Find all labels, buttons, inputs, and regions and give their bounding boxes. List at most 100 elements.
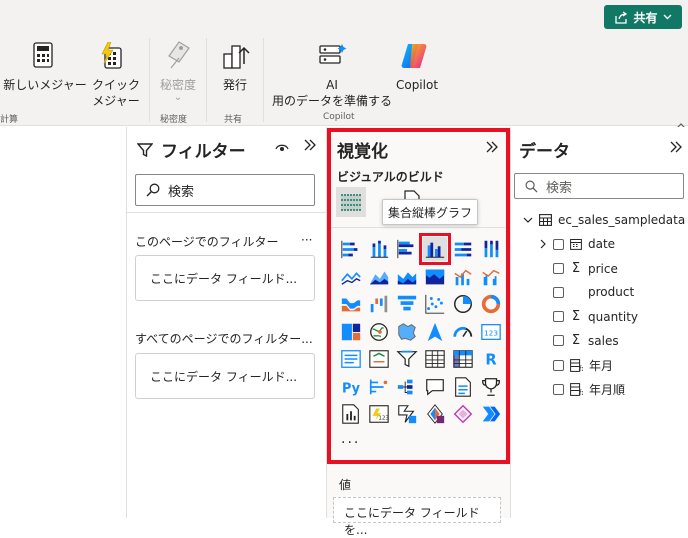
field-checkbox[interactable] [553,286,564,298]
goals-icon[interactable] [479,375,503,399]
azure-map-icon[interactable] [423,320,447,344]
field-item[interactable]: Σquantity [553,309,638,324]
ribbon-divider [263,38,264,122]
field-checkbox[interactable] [553,263,564,274]
svg-text:fx: fx [579,389,583,396]
pie-icon[interactable] [451,292,475,316]
funnel-icon[interactable] [395,292,419,316]
power-automate-flow-icon[interactable] [479,402,503,426]
100-stacked-bar-icon[interactable] [451,237,475,261]
field-checkbox[interactable] [553,360,564,371]
collapse-data-icon[interactable] [669,139,683,158]
decomposition-tree-icon[interactable] [395,375,419,399]
field-checkbox[interactable] [553,238,564,250]
waterfall-icon[interactable] [367,292,391,316]
ribbon-divider [206,38,207,122]
line-and-column-icon[interactable] [451,265,475,289]
this-page-more-icon[interactable]: ··· [301,233,312,247]
share-label: 共有 [633,10,658,25]
new-measure-label: 新しいメジャー [3,78,87,92]
key-influencers-icon[interactable] [367,375,391,399]
stacked-area-icon[interactable] [395,265,419,289]
calculated-column-icon: fx [570,359,583,372]
field-checkbox[interactable] [553,335,564,346]
collapse-filters-icon[interactable] [303,137,317,156]
table-icon[interactable] [423,347,447,371]
stacked-column-icon[interactable] [367,237,391,261]
eye-icon[interactable] [275,139,289,158]
data-search-placeholder: 検索 [546,180,573,196]
field-checkbox[interactable] [553,311,564,322]
quick-measure-label-2: メジャー [92,94,140,108]
gauge-icon[interactable] [451,320,475,344]
filters-search-input[interactable]: 検索 [135,174,315,206]
matrix-icon[interactable] [451,347,475,371]
share-icon [615,10,628,24]
treemap-icon[interactable] [339,320,363,344]
field-item[interactable]: product [553,285,634,299]
all-pages-drop-text: ここにデータ フィールド... [150,369,298,384]
qa-icon[interactable] [423,375,447,399]
all-pages-drop-zone[interactable]: ここにデータ フィールド... [135,353,315,399]
table-node[interactable]: ec_sales_sampledata [523,213,685,227]
kpi-icon[interactable] [367,347,391,371]
field-item[interactable]: Σprice [553,261,618,276]
publish-button[interactable]: 発行 [216,77,254,93]
power-automate-icon[interactable] [395,402,419,426]
more-visuals-icon[interactable]: ··· [341,435,360,451]
python-visual-icon[interactable]: Py [339,375,363,399]
values-label: 値 [339,478,352,492]
values-drop-zone[interactable]: ここにデータ フィールドを... [333,497,501,537]
filters-header: フィルター [137,137,246,162]
group-share-label: 共有 [224,115,243,125]
100-stacked-column-icon[interactable] [479,237,503,261]
smart-narrative-icon[interactable] [451,402,475,426]
field-checkbox[interactable] [553,384,564,395]
copilot-button[interactable]: Copilot [394,77,440,93]
ai-prep-button[interactable]: AI 用のデータを準備する [268,77,396,109]
all-pages-filters-label: すべてのページでのフィルター... [135,332,313,346]
area-chart-icon[interactable] [367,265,391,289]
quick-measure-button[interactable]: クイック メジャー [88,77,144,109]
new-measure-button[interactable]: 新しいメジャー [2,77,88,93]
data-search-input[interactable]: 検索 [514,173,684,199]
map-icon[interactable] [367,320,391,344]
ribbon-chart-icon[interactable] [339,292,363,316]
this-page-drop-zone[interactable]: ここにデータ フィールド... [135,255,315,301]
r-visual-icon[interactable]: R [479,347,503,371]
publish-label: 発行 [222,78,247,92]
power-apps-icon[interactable]: 123 [367,402,391,426]
narrative-icon[interactable] [451,375,475,399]
data-title: データ [519,142,570,162]
field-item[interactable]: fx 年月順 [553,381,625,398]
report-canvas[interactable] [0,127,127,518]
filled-map-icon[interactable] [395,320,419,344]
clustered-bar-icon[interactable] [395,237,419,261]
paginated-report-icon[interactable] [339,402,363,426]
field-name: 年月順 [589,383,626,397]
field-item[interactable]: Σsales [553,333,619,348]
sensitivity-button[interactable]: 秘密度 ⌄ [152,77,204,103]
100-stacked-area-icon[interactable] [423,265,447,289]
sensitivity-label: 秘密度 [159,78,196,92]
build-visual-tab[interactable] [336,187,366,217]
share-button[interactable]: 共有 [604,5,682,29]
field-item[interactable]: date [539,237,615,251]
donut-icon[interactable] [479,292,503,316]
multi-row-card-icon[interactable] [339,347,363,371]
clustered-column-icon[interactable] [419,233,451,265]
calendar-icon [570,239,582,250]
svg-text:123: 123 [484,328,498,337]
group-sensitivity-label: 秘密度 [160,115,188,125]
power-bi-app-icon[interactable] [423,402,447,426]
slicer-icon[interactable] [395,347,419,371]
collapse-viz-icon[interactable] [485,139,499,158]
filters-title: フィルター [161,142,246,162]
stacked-bar-icon[interactable] [339,237,363,261]
scatter-icon[interactable] [423,292,447,316]
field-item[interactable]: fx 年月 [553,357,613,374]
line-chart-icon[interactable] [339,265,363,289]
card-icon[interactable]: 123 [479,320,503,344]
chevron-down-icon: ⌄ [173,92,183,103]
line-and-clustered-icon[interactable] [479,265,503,289]
